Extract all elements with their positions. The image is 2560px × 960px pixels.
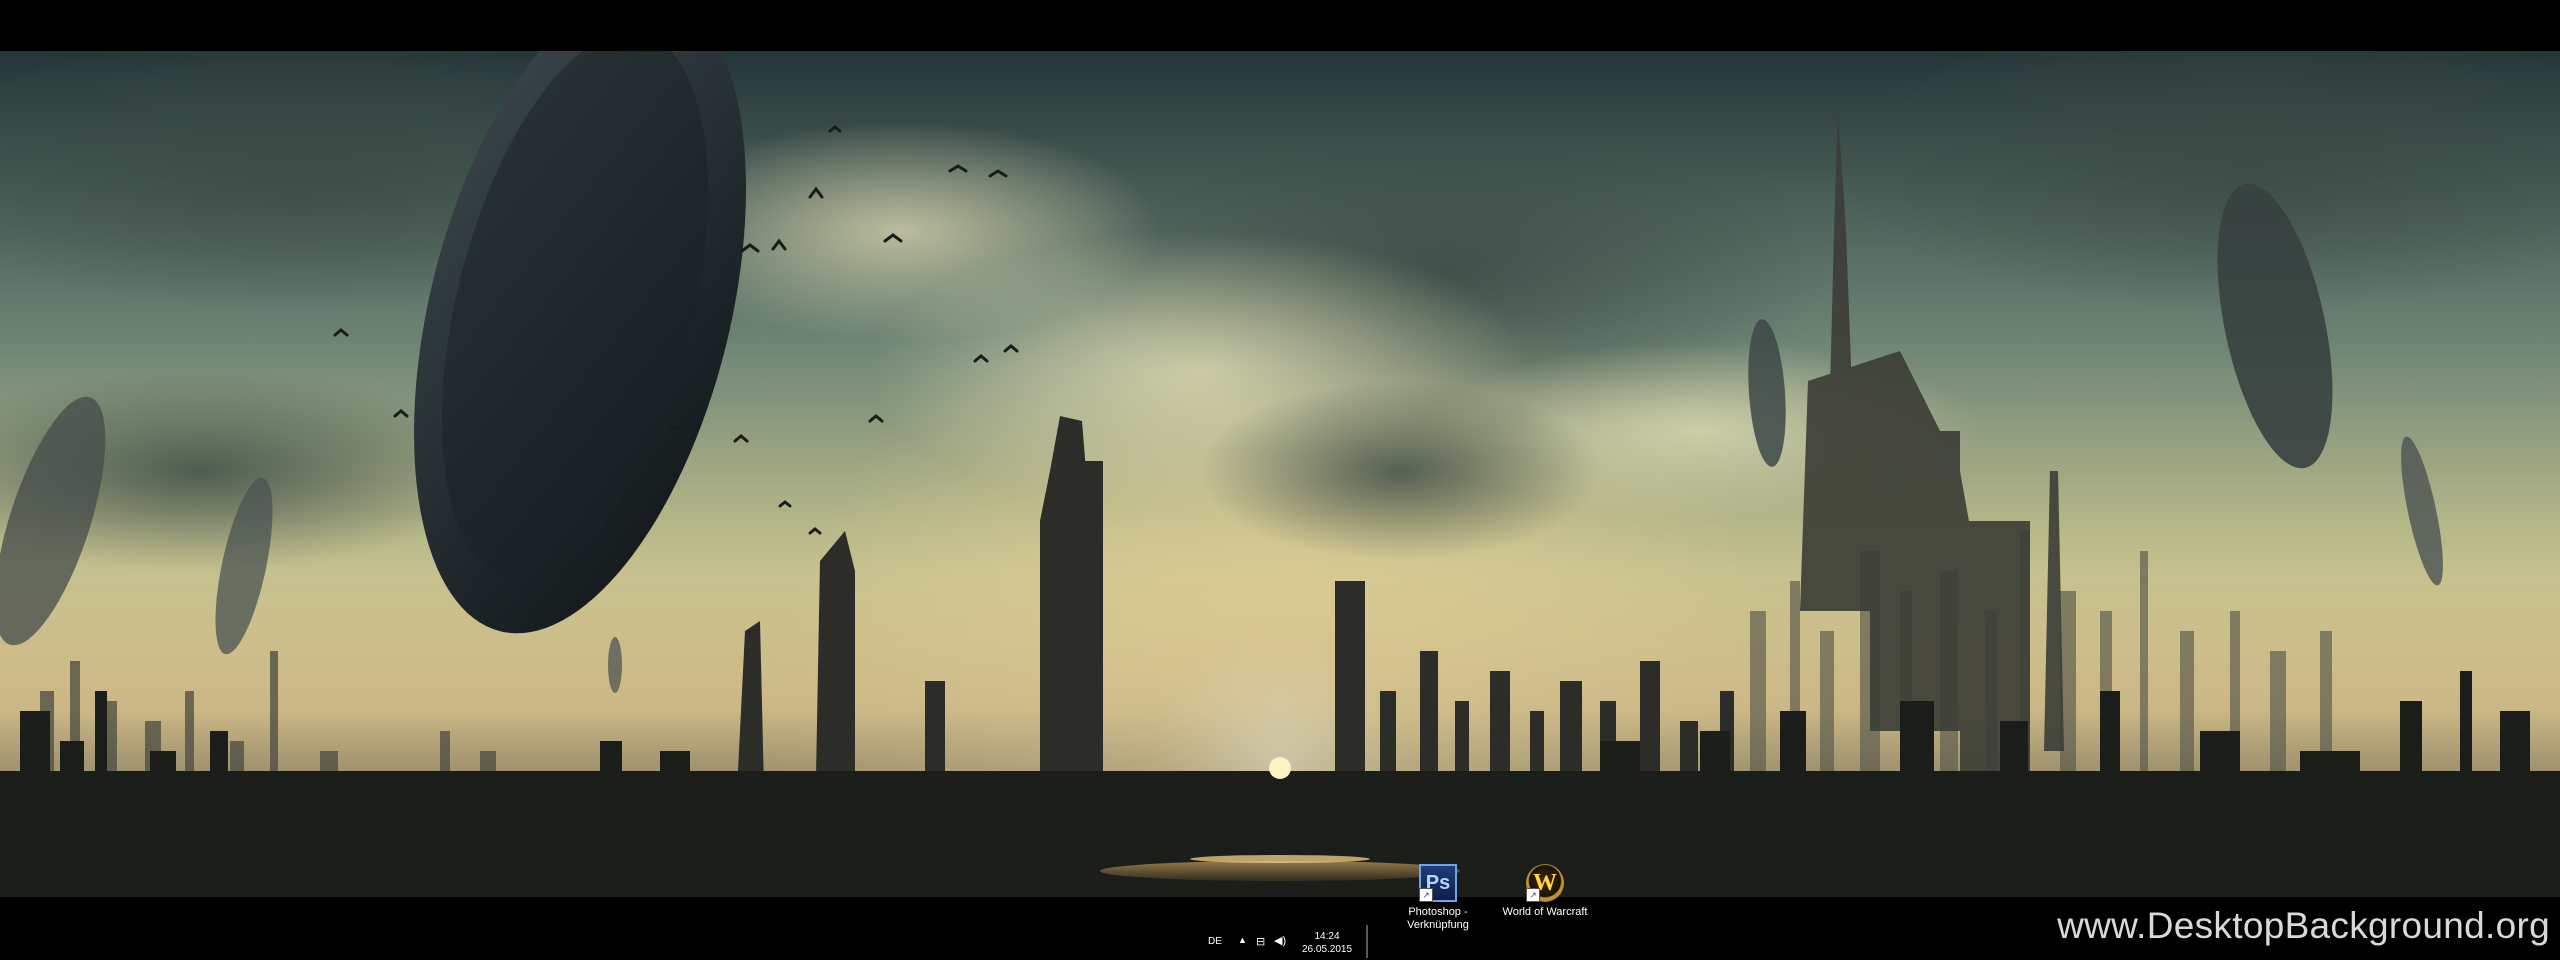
desktop-icon-label: Photoshop - Verknüpfung: [1407, 906, 1469, 931]
show-hidden-icons-chevron-icon[interactable]: ▲: [1238, 935, 1247, 945]
clock-time: 14:24: [1314, 931, 1340, 942]
desktop-icon-photoshop[interactable]: Ps ↗ Photoshop - Verknüpfung: [1378, 864, 1498, 932]
network-icon[interactable]: ⊟: [1256, 935, 1265, 948]
desktop-icon-world-of-warcraft[interactable]: W ↗ World of Warcraft: [1485, 864, 1605, 919]
shortcut-arrow-icon: ↗: [1419, 888, 1433, 902]
taskbar-clock[interactable]: 14:24 26.05.2015: [1302, 930, 1352, 956]
clock-date: 26.05.2015: [1302, 944, 1353, 955]
show-desktop-button[interactable]: [1366, 925, 1368, 958]
volume-icon[interactable]: ◀): [1274, 934, 1286, 947]
wallpaper-scifi-city: [0, 51, 2560, 897]
desktop-icon-label: World of Warcraft: [1502, 906, 1588, 918]
watermark-text: www.DesktopBackground.org: [2057, 905, 2550, 946]
taskbar-notification-area: DE ▲ ⊟ ◀) 14:24 26.05.2015: [1190, 920, 1370, 960]
world-of-warcraft-icon: W ↗: [1526, 864, 1564, 902]
language-indicator[interactable]: DE: [1208, 936, 1222, 947]
desktop-screen: Ps ↗ Photoshop - Verknüpfung W ↗ World o…: [0, 0, 2560, 960]
shortcut-arrow-icon: ↗: [1526, 888, 1540, 902]
wallpaper-art: [0, 51, 2560, 897]
photoshop-icon: Ps ↗: [1419, 864, 1457, 902]
